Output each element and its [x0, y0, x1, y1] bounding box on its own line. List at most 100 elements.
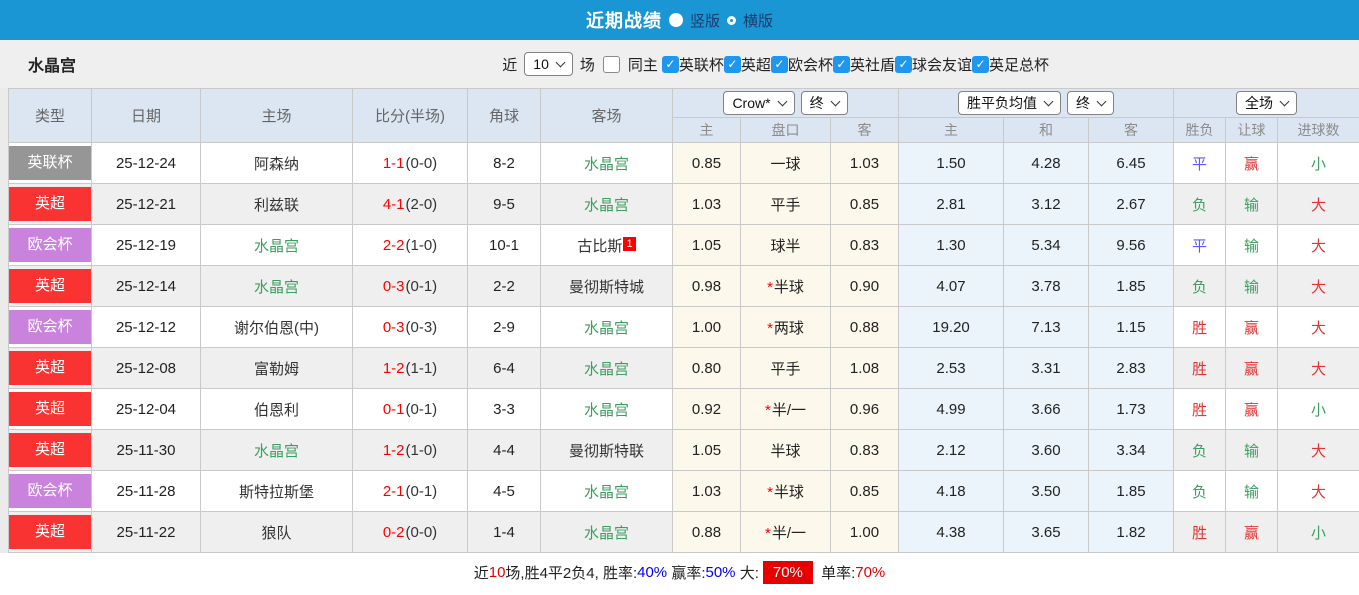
away-team-name: 水晶宫	[583, 483, 629, 501]
cell-score: 0-3(0-1)	[352, 265, 468, 307]
cell-home-team: 利兹联	[200, 183, 353, 225]
scope-select[interactable]: 全场	[1236, 91, 1298, 115]
competition-checkbox-0[interactable]: ✓	[661, 55, 679, 73]
vertical-layout-label[interactable]: 竖版	[690, 10, 720, 31]
competition-badge: 英联杯	[9, 146, 91, 180]
cell-ah-home-odds: 0.85	[672, 142, 741, 184]
cell-date: 25-11-22	[91, 511, 201, 553]
home-team-name: 富勒姆	[253, 360, 299, 378]
summary-segment-0: 近	[473, 565, 489, 582]
col-header-corner: 角球	[467, 88, 541, 143]
match-row: 欧会杯 25-12-12 谢尔伯恩(中) 0-3(0-3) 2-9 水晶宫 1.00 *两球 0…	[8, 306, 1359, 348]
cell-handicap-result: 赢	[1225, 306, 1279, 348]
subcol-ah-line: 盘口	[740, 117, 831, 143]
horizontal-layout-radio[interactable]	[727, 15, 736, 25]
home-team-name: 狼队	[261, 524, 292, 542]
fulltime-score: 0-1	[382, 400, 405, 418]
cell-ah-away-odds: 0.85	[829, 470, 900, 512]
cell-corner: 2-9	[467, 306, 541, 348]
cell-1x2-draw-odds: 5.34	[1003, 224, 1090, 266]
subcol-ah-away: 客	[829, 117, 900, 143]
competition-badge: 欧会杯	[9, 228, 91, 262]
cell-ah-line: *半球	[740, 265, 831, 307]
cell-ah-line: *两球	[740, 306, 831, 348]
filter-bar: 水晶宫 近 10 场 同主 ✓ 英联杯 ✓ 英超 ✓ 欧会杯 ✓ 英社盾 ✓ 球会友谊 ✓ 英足总杯	[0, 40, 1359, 88]
competition-checkbox-3[interactable]: ✓	[832, 55, 850, 73]
col-header-date: 日期	[91, 88, 201, 143]
col-header-score: 比分(半场)	[352, 88, 468, 143]
cell-away-team: 水晶宫	[540, 470, 673, 512]
competition-checkbox-1[interactable]: ✓	[723, 55, 741, 73]
cell-competition-type: 英超	[8, 429, 92, 471]
cell-ah-away-odds: 0.83	[829, 224, 900, 266]
summary-segment-9: 70%	[855, 564, 886, 581]
cell-date: 25-12-21	[91, 183, 201, 225]
odds-type-select[interactable]: 胜平负均值	[958, 91, 1062, 115]
same-home-label: 同主	[627, 56, 658, 74]
halftime-score: (0-0)	[405, 154, 438, 172]
cell-1x2-away-odds: 1.82	[1088, 511, 1175, 553]
same-home-checkbox[interactable]	[602, 55, 620, 73]
home-team-name: 利兹联	[253, 196, 299, 214]
cell-corner: 2-2	[467, 265, 541, 307]
cell-ah-home-odds: 1.05	[672, 429, 741, 471]
cell-competition-type: 英联杯	[8, 142, 92, 184]
handicap-star: *	[764, 401, 771, 419]
cell-ah-away-odds: 1.08	[829, 347, 900, 389]
bookmaker-select[interactable]: Crow*	[723, 91, 795, 115]
competition-label-3: 英社盾	[849, 56, 895, 74]
cell-away-team: 水晶宫	[540, 142, 673, 184]
cell-handicap-result: 输	[1225, 183, 1279, 225]
fulltime-score: 0-3	[382, 277, 405, 295]
cell-match-result: 平	[1173, 142, 1227, 184]
cell-score: 0-2(0-0)	[352, 511, 468, 553]
odds-time-value: 终	[1076, 95, 1091, 111]
cell-away-team: 水晶宫	[540, 511, 673, 553]
competition-badge: 欧会杯	[9, 310, 91, 344]
handicap-time-select[interactable]: 终	[800, 91, 848, 115]
cell-away-team: 水晶宫	[540, 388, 673, 430]
cell-corner: 3-3	[467, 388, 541, 430]
summary-segment-7: 70%	[762, 561, 813, 584]
away-team-name: 水晶宫	[583, 196, 629, 214]
cell-away-team: 水晶宫	[540, 306, 673, 348]
cell-1x2-away-odds: 1.15	[1088, 306, 1175, 348]
cell-handicap-result: 赢	[1225, 347, 1279, 389]
page-title: 近期战绩	[585, 11, 662, 31]
handicap-dropdown-cell: Crow* 终	[671, 88, 900, 118]
cell-home-team: 斯特拉斯堡	[200, 470, 353, 512]
cell-home-team: 水晶宫	[200, 265, 353, 307]
odds-time-select[interactable]: 终	[1067, 91, 1115, 115]
cell-1x2-home-odds: 19.20	[898, 306, 1005, 348]
cell-1x2-home-odds: 2.53	[898, 347, 1005, 389]
cell-handicap-result: 输	[1225, 224, 1279, 266]
cell-home-team: 水晶宫	[200, 429, 353, 471]
competition-checkbox-2[interactable]: ✓	[770, 55, 788, 73]
competition-badge: 欧会杯	[9, 474, 91, 508]
halftime-score: (0-1)	[405, 482, 438, 500]
cell-competition-type: 英超	[8, 388, 92, 430]
vertical-layout-radio[interactable]	[668, 13, 683, 27]
away-team-name: 水晶宫	[583, 155, 629, 173]
subcol-result: 胜负	[1173, 117, 1227, 143]
competition-checkbox-4[interactable]: ✓	[894, 55, 912, 73]
competition-label-4: 球会友谊	[911, 56, 972, 74]
cell-handicap-result: 输	[1225, 429, 1279, 471]
cell-home-team: 水晶宫	[200, 224, 353, 266]
cell-ah-away-odds: 0.88	[829, 306, 900, 348]
competition-checkbox-5[interactable]: ✓	[971, 55, 989, 73]
competition-badge: 英超	[9, 351, 91, 385]
cell-ah-home-odds: 1.03	[672, 470, 741, 512]
match-row: 英超 25-11-22 狼队 0-2(0-0) 1-4 水晶宫 0.88 *半/一 1.00 4.…	[8, 511, 1359, 553]
cell-date: 25-12-04	[91, 388, 201, 430]
recent-count-value: 10	[533, 56, 549, 72]
recent-label: 近	[502, 56, 518, 74]
subcol-handicap: 让球	[1225, 117, 1279, 143]
horizontal-layout-label[interactable]: 横版	[743, 10, 773, 31]
cell-date: 25-12-12	[91, 306, 201, 348]
away-team-name: 水晶宫	[583, 401, 629, 419]
bookmaker-select-value: Crow*	[732, 95, 771, 111]
cell-ah-home-odds: 0.92	[672, 388, 741, 430]
cell-1x2-draw-odds: 3.50	[1003, 470, 1090, 512]
recent-count-select[interactable]: 10	[524, 52, 573, 76]
